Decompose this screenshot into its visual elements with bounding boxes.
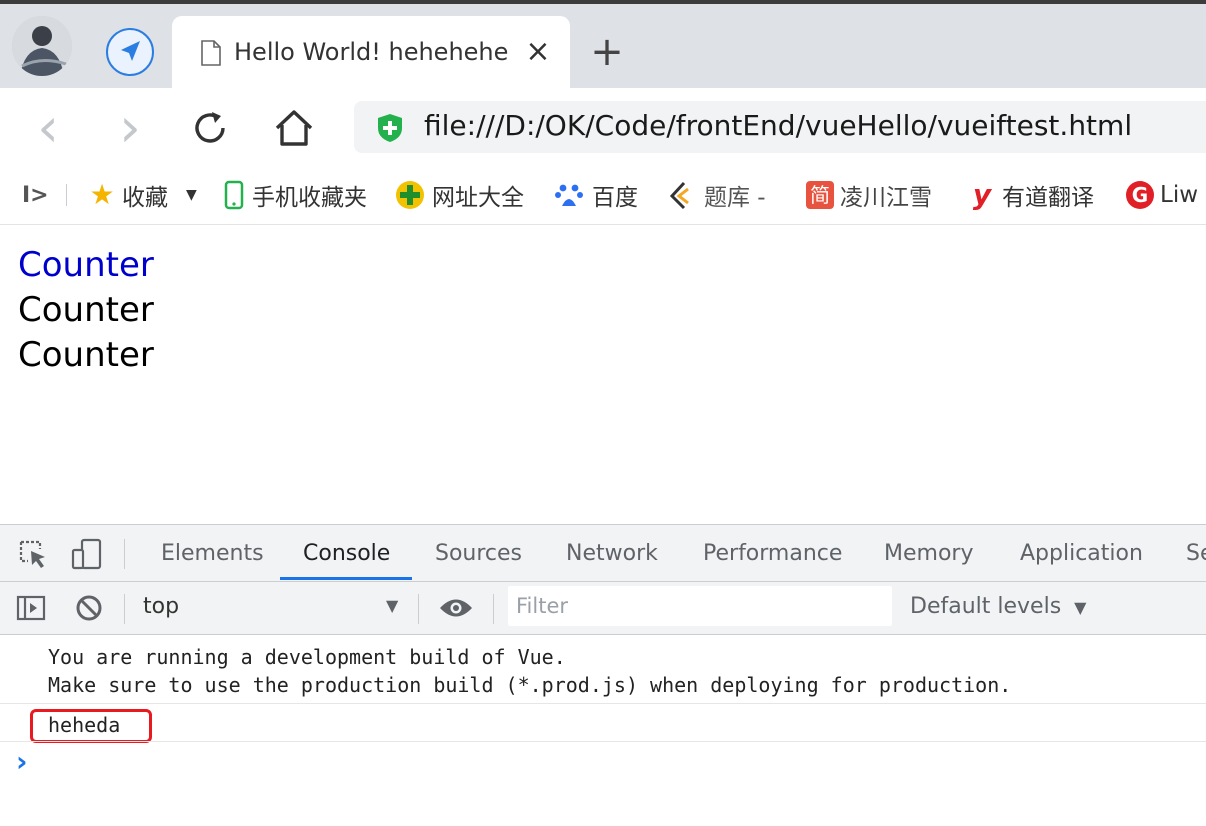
bookmark-label: Liw [1160,182,1199,208]
bookmark-label: 凌川江雪 [840,185,932,211]
star-icon: ★ [89,178,115,211]
title-bar-edge [0,0,1206,4]
counter-text: Counter [18,335,154,375]
counter-link[interactable]: Counter [18,243,154,288]
tab-performance[interactable]: Performance [703,525,842,581]
tab-title: Hello World! hehehehehe [234,38,509,66]
tiku-icon [669,181,689,210]
context-selector[interactable]: top [143,594,179,619]
console-toolbar: top ▼ Filter Default levels ▼ [0,582,1206,635]
bookmark-liw[interactable]: G Liw [1126,178,1198,212]
bookmark-mobile-favorites[interactable]: 手机收藏夹 [224,178,367,212]
reload-icon[interactable] [190,108,230,148]
g-logo-icon: G [1126,181,1154,209]
devtools-tab-bar: Elements Console Sources Network Perform… [0,525,1206,582]
inspect-element-icon[interactable] [18,539,48,569]
highlight-box [30,709,152,743]
jian-icon: 简 [806,181,834,209]
clear-console-icon[interactable] [75,594,103,622]
devtools-panel: Elements Console Sources Network Perform… [0,524,1206,826]
chevron-down-icon: ▼ [1074,598,1087,617]
phone-icon [224,180,244,210]
tab-elements[interactable]: Elements [161,525,264,581]
tab-sources[interactable]: Sources [435,525,522,581]
new-tab-button[interactable]: + [586,32,628,74]
active-tab-indicator [280,577,412,580]
avatar-image [12,16,72,76]
send-arrow-icon [121,41,140,61]
profile-avatar[interactable] [12,16,72,76]
context-dropdown-icon[interactable]: ▼ [386,596,398,615]
tab-strip: Hello World! hehehehehe × + [0,0,1206,88]
bookmark-label: 手机收藏夹 [252,185,367,211]
tab-memory[interactable]: Memory [884,525,973,581]
tab-security[interactable]: Se [1186,525,1206,581]
show-sidebar-icon[interactable] [16,595,46,621]
bookmark-label: 题库 - [704,185,766,211]
tab-network[interactable]: Network [566,525,658,581]
tab-close-icon[interactable]: × [520,34,556,70]
bookmark-label: 有道翻译 [1002,185,1094,211]
bookmark-baidu[interactable]: 百度 [554,178,638,212]
toolbar-divider [493,594,494,624]
bookmark-favorites[interactable]: ★ 收藏 ▼ [88,178,197,212]
shield-icon[interactable] [374,112,406,144]
device-toolbar-icon[interactable] [70,537,104,571]
bookmark-label: 收藏 [122,185,168,211]
filter-input[interactable]: Filter [508,586,892,626]
bookmark-site-nav[interactable]: 网址大全 [394,178,524,212]
bookmark-youdao[interactable]: y 有道翻译 [968,178,1094,212]
console-message: You are running a development build of V… [48,645,566,669]
levels-label: Default levels [910,594,1062,619]
message-divider [0,741,1206,742]
tab-console[interactable]: Console [303,525,390,581]
bookmark-tiku[interactable]: 题库 - [666,178,766,212]
bookmarks-bar: I> ★ 收藏 ▼ 手机收藏夹 网址大全 百度 题库 - 简 凌川江雪 y 有道… [0,166,1206,225]
back-button[interactable]: ‹ [24,101,72,155]
baidu-paw-icon [555,184,583,206]
navigation-extension-button[interactable] [106,28,154,76]
tab-application[interactable]: Application [1020,525,1143,581]
console-message: Make sure to use the production build (*… [48,673,1012,697]
url-text: file:///D:/OK/Code/frontEnd/vueHello/vue… [424,109,1133,142]
counter-text: Counter [18,290,154,330]
levels-dropdown[interactable]: Default levels ▼ [910,594,1086,619]
eye-icon[interactable] [438,595,474,621]
console-prompt-icon[interactable]: › [16,745,28,778]
sidebar-toggle-icon[interactable]: I> [22,178,49,212]
youdao-icon: y [972,178,992,211]
toolbar-divider [124,539,125,569]
tab-active[interactable]: Hello World! hehehehehe × [172,16,570,88]
page-icon [201,40,221,66]
bookmark-lingchuan[interactable]: 简 凌川江雪 [806,178,932,212]
address-bar[interactable]: file:///D:/OK/Code/frontEnd/vueHello/vue… [354,101,1206,153]
dropdown-arrow-icon[interactable]: ▼ [186,187,197,203]
page-content: Counter Counter Counter [0,225,1206,525]
toolbar-divider [124,594,125,624]
bookmark-divider [66,184,67,206]
message-divider [0,703,1206,704]
filter-placeholder: Filter [516,594,569,618]
site-nav-icon [396,181,424,209]
bookmark-label: 百度 [592,185,638,211]
toolbar-divider [418,594,419,624]
bookmark-label: 网址大全 [432,185,524,211]
forward-button[interactable]: › [106,101,154,155]
home-icon[interactable] [272,106,316,150]
